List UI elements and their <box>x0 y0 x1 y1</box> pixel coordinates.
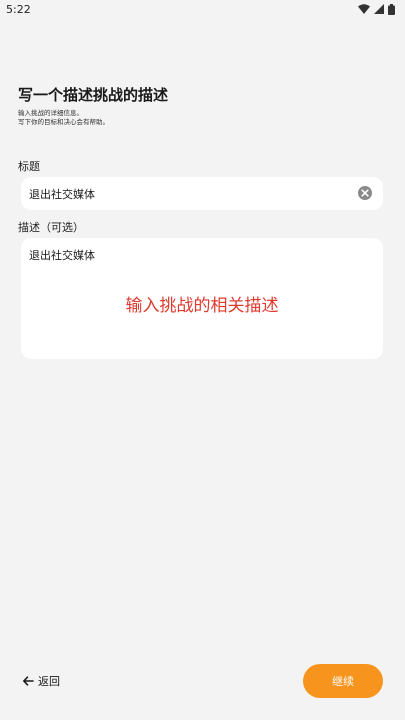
status-time: 5:22 <box>6 3 31 16</box>
status-icons <box>358 3 395 15</box>
description-label: 描述（可选） <box>18 221 84 234</box>
status-bar: 5:22 <box>0 0 405 18</box>
page-title: 写一个描述挑战的描述 <box>18 86 169 104</box>
title-label: 标题 <box>18 160 40 173</box>
close-icon <box>361 189 369 197</box>
description-textarea[interactable]: 退出社交媒体 输入挑战的相关描述 <box>21 238 383 359</box>
description-value[interactable]: 退出社交媒体 <box>29 247 95 263</box>
battery-icon <box>388 3 395 15</box>
description-annotation: 输入挑战的相关描述 <box>125 296 279 316</box>
clear-title-button[interactable] <box>358 186 372 200</box>
back-button[interactable]: 返回 <box>22 673 60 689</box>
intro-text-line-2: 写下你的目标和决心会有帮助。 <box>18 118 109 126</box>
title-input-value[interactable]: 退出社交媒体 <box>29 186 95 202</box>
signal-icon <box>374 4 384 14</box>
wifi-icon <box>358 4 370 14</box>
arrow-left-icon <box>23 676 34 686</box>
title-input[interactable]: 退出社交媒体 <box>21 177 383 210</box>
back-label: 返回 <box>38 675 60 688</box>
screen: 5:22 写一个描述挑战的描述 输入挑战的详细信息。 写下你的目标和决心会有帮助… <box>0 0 405 720</box>
continue-button[interactable]: 继续 <box>303 664 383 698</box>
